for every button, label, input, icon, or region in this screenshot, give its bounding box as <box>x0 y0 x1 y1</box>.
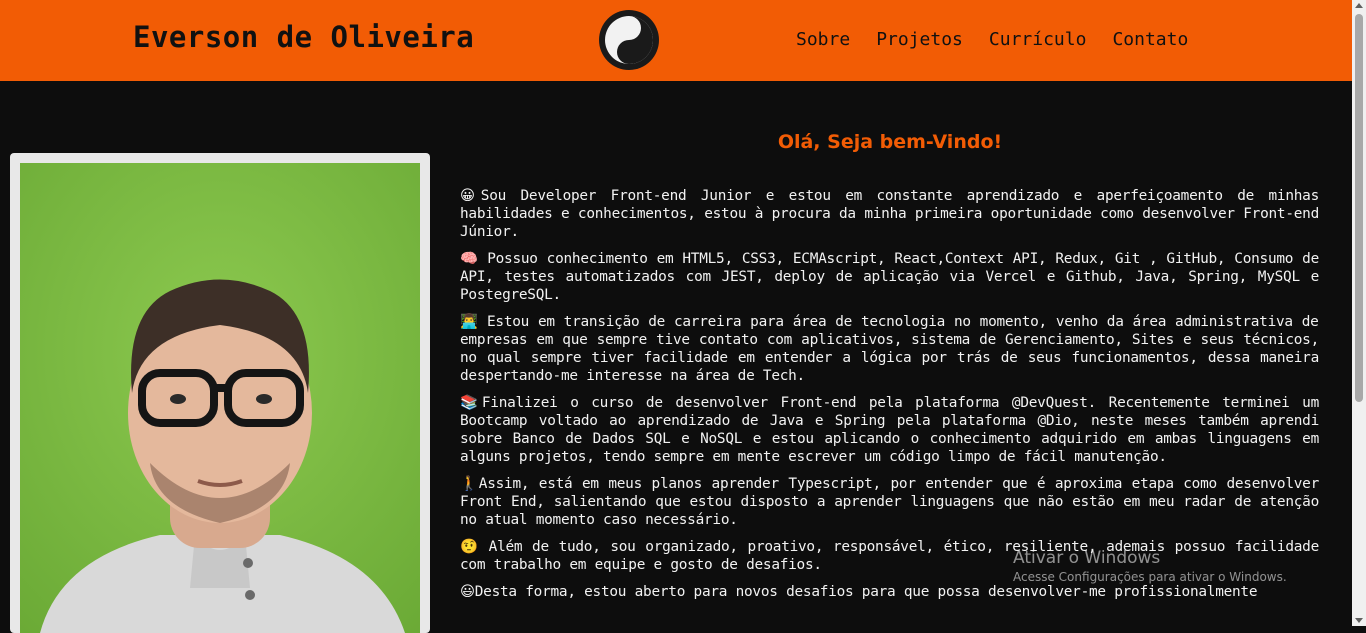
page-scrollbar[interactable] <box>1352 0 1366 626</box>
main-nav: Sobre Projetos Currículo Contato <box>796 29 1214 50</box>
about-text: 😀Sou Developer Front-end Junior e estou … <box>460 187 1319 610</box>
nav-link-curriculo[interactable]: Currículo <box>989 29 1087 50</box>
walking-person-icon: 🚶 <box>460 476 479 492</box>
greeting-heading: Olá, Seja bem-Vindo! <box>777 131 1003 153</box>
books-icon: 📚 <box>460 395 482 411</box>
paragraph-text: Sou Developer Front-end Junior e estou e… <box>460 188 1319 240</box>
developer-icon: 👨‍💻 <box>460 314 479 330</box>
grinning-face-icon: 😀 <box>460 188 481 204</box>
about-paragraph: 😀Sou Developer Front-end Junior e estou … <box>460 187 1319 241</box>
about-paragraph: 👨‍💻 Estou em transição de carreira para … <box>460 313 1319 385</box>
scrollbar-thumb[interactable] <box>1355 14 1363 402</box>
site-brand[interactable]: Everson de Oliveira <box>133 20 474 54</box>
paragraph-text: Possuo conhecimento em HTML5, CSS3, ECMA… <box>460 251 1319 303</box>
scroll-down-arrow-icon[interactable] <box>1355 618 1363 623</box>
windows-activation-watermark: Ativar o Windows Acesse Configurações pa… <box>1013 548 1287 584</box>
brain-icon: 🧠 <box>460 251 479 267</box>
profile-photo <box>20 163 420 633</box>
nav-link-contato[interactable]: Contato <box>1112 29 1188 50</box>
about-paragraph: 🧠 Possuo conhecimento em HTML5, CSS3, EC… <box>460 250 1319 304</box>
paragraph-text: Desta forma, estou aberto para novos des… <box>474 584 1258 600</box>
about-paragraph: 📚Finalizei o curso de desenvolver Front-… <box>460 394 1319 466</box>
site-header: Everson de Oliveira Sobre Projetos Currí… <box>0 0 1352 81</box>
about-paragraph: 😃Desta forma, estou aberto para novos de… <box>460 583 1319 601</box>
face-icon: 🤨 <box>460 539 479 555</box>
paragraph-text: Finalizei o curso de desenvolver Front-e… <box>460 395 1320 465</box>
watermark-subtitle: Acesse Configurações para ativar o Windo… <box>1013 570 1287 584</box>
nav-link-projetos[interactable]: Projetos <box>876 29 963 50</box>
smiling-face-icon: 😃 <box>460 584 475 600</box>
scroll-up-arrow-icon[interactable] <box>1355 3 1363 8</box>
paragraph-text: Assim, está em meus planos aprender Type… <box>460 476 1320 528</box>
nav-link-sobre[interactable]: Sobre <box>796 29 850 50</box>
paragraph-text: Estou em transição de carreira para área… <box>460 314 1319 384</box>
profile-photo-frame <box>10 153 430 633</box>
yin-yang-icon[interactable] <box>598 9 660 71</box>
profile-photo-illustration <box>20 163 420 633</box>
about-paragraph: 🚶Assim, está em meus planos aprender Typ… <box>460 475 1319 529</box>
watermark-title: Ativar o Windows <box>1013 548 1161 568</box>
